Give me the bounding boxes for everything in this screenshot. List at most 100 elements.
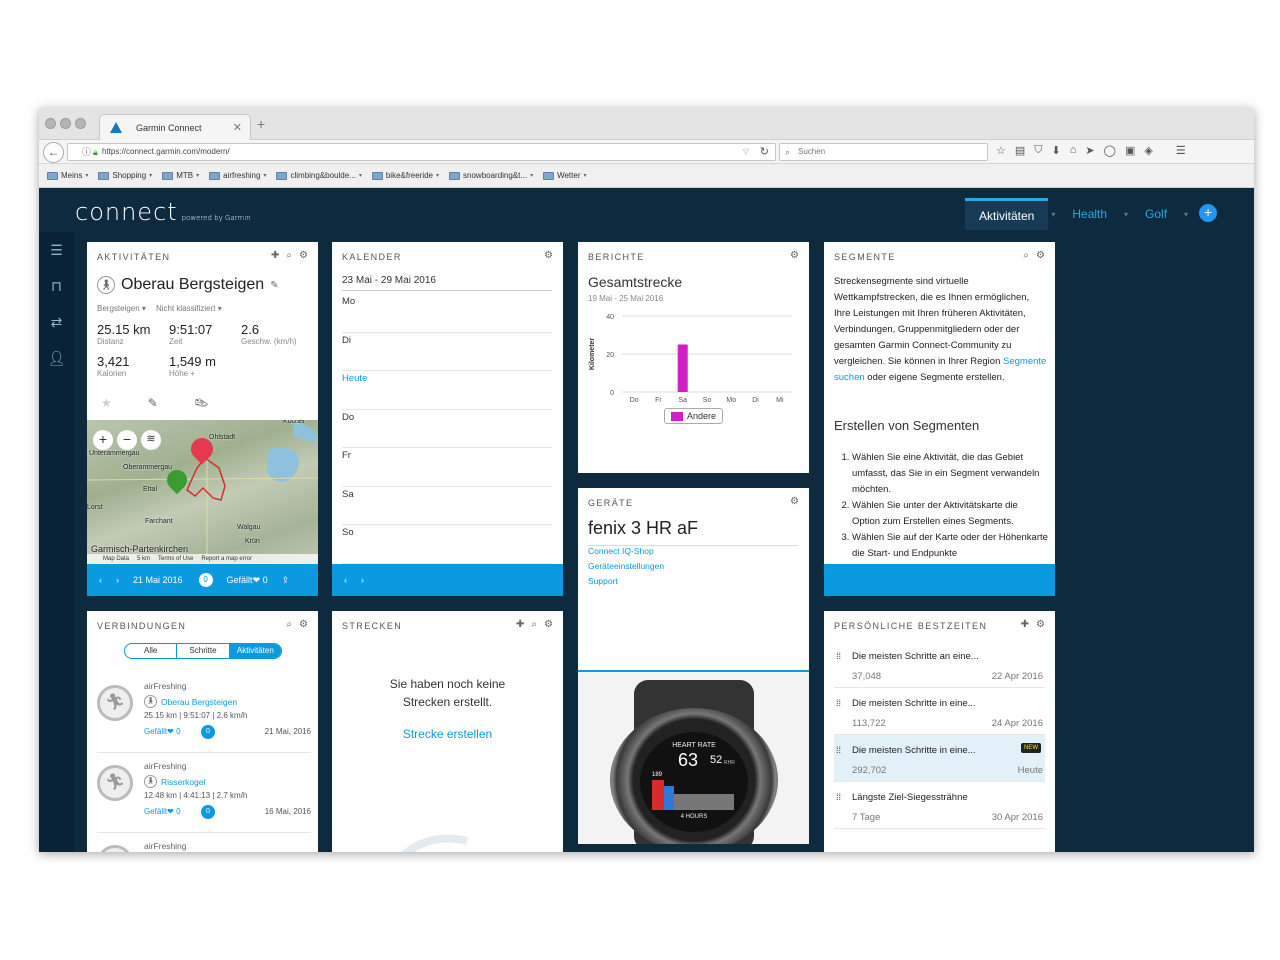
like-button[interactable]: Gefällt❤ 0: [144, 727, 181, 736]
bookmark-folder[interactable]: snowboarding&t... ▾: [449, 171, 533, 180]
activity-type-dropdown[interactable]: Bergsteigen ▾: [97, 304, 146, 313]
calendar-day[interactable]: Fr: [342, 448, 552, 487]
extension-icon[interactable]: ▣: [1125, 144, 1135, 157]
avatar[interactable]: 🏃︎: [97, 845, 133, 852]
search-icon[interactable]: ⌕: [286, 250, 292, 261]
minimize-window-button[interactable]: [60, 118, 71, 129]
home-icon[interactable]: ⌂: [1070, 144, 1077, 157]
zoom-in-button[interactable]: +: [93, 430, 113, 450]
bookmark-folder[interactable]: Shopping ▾: [98, 171, 152, 180]
activity-link[interactable]: Risserkogel: [161, 777, 205, 787]
next-icon[interactable]: ›: [361, 575, 364, 585]
comments-count[interactable]: 0: [198, 573, 213, 587]
info-icon[interactable]: ⓘ: [82, 144, 91, 160]
new-tab-button[interactable]: +: [257, 116, 265, 132]
search-input[interactable]: ⌕ Suchen: [779, 143, 988, 161]
record-item[interactable]: ⁞⁞ Die meisten Schritte in eine... 113,722…: [834, 688, 1045, 735]
share-icon[interactable]: ⇪: [282, 575, 290, 586]
map-footer-item[interactable]: Terms of Use: [158, 556, 193, 562]
shoe-icon[interactable]: 👟︎: [194, 396, 209, 410]
reload-icon[interactable]: ↻: [760, 144, 769, 160]
calendar-day[interactable]: Do: [342, 410, 552, 448]
add-icon[interactable]: ✚: [271, 250, 279, 261]
chevron-down-icon[interactable]: ▾: [1181, 198, 1191, 230]
record-item[interactable]: ⁞⁞ Längste Ziel-Siegessträhne 7 Tage 30 Apr…: [834, 782, 1045, 829]
add-icon[interactable]: ✚: [516, 619, 524, 630]
nav-tab-health[interactable]: Health: [1058, 198, 1121, 230]
device-link[interactable]: Connect IQ-Shop: [588, 546, 664, 556]
gear-icon[interactable]: ⚙: [544, 619, 553, 630]
bookmark-folder[interactable]: Meins ▾: [47, 171, 88, 180]
bookmark-folder[interactable]: MTB ▾: [162, 171, 199, 180]
calendar-day[interactable]: Sa: [342, 487, 552, 525]
zoom-out-button[interactable]: −: [117, 430, 137, 450]
search-icon[interactable]: ⌕: [1023, 250, 1029, 261]
calendar-day[interactable]: So: [342, 525, 552, 564]
back-button[interactable]: ←: [43, 142, 64, 163]
send-icon[interactable]: ➤: [1085, 144, 1094, 157]
bookmark-folder[interactable]: bike&freeride ▾: [371, 171, 439, 180]
activity-map[interactable]: + − ≋ Oberammergau Unterammergau Ohlstadt E…: [87, 420, 318, 564]
calendar-day[interactable]: Mo: [342, 294, 552, 333]
gear-icon[interactable]: ⚙: [790, 250, 799, 261]
activity-title[interactable]: Oberau Bergsteigen: [121, 276, 264, 294]
bookmark-folder[interactable]: airfreshing ▾: [209, 171, 266, 180]
reading-list-icon[interactable]: ▤: [1015, 144, 1025, 157]
chevron-down-icon[interactable]: ▾: [1121, 198, 1131, 230]
gear-icon[interactable]: ⚙: [1036, 250, 1045, 261]
device-link[interactable]: Support: [588, 576, 664, 586]
download-icon[interactable]: ⬇: [1052, 144, 1061, 157]
inbox-icon[interactable]: ⊓: [39, 268, 74, 304]
filter-tab-alle[interactable]: Alle: [125, 644, 178, 658]
url-bar[interactable]: ⓘ 🔒︎ https://connect.garmin.com/modern/ …: [67, 143, 776, 161]
bookmark-folder[interactable]: climbing&boulde... ▾: [276, 171, 362, 180]
gear-icon[interactable]: ⚙: [1036, 619, 1045, 630]
nav-tab-golf[interactable]: Golf: [1131, 198, 1181, 230]
gear-icon[interactable]: ⚙: [299, 250, 308, 261]
menu-icon[interactable]: ☰: [1176, 144, 1186, 157]
search-icon[interactable]: ⌕: [531, 619, 537, 630]
create-course-link[interactable]: Strecke erstellen: [332, 727, 563, 741]
activity-link[interactable]: Oberau Bergsteigen: [161, 697, 237, 707]
calendar-day[interactable]: Heute: [342, 371, 552, 410]
filter-tab-aktivitäten[interactable]: Aktivitäten: [229, 644, 281, 658]
gear-icon[interactable]: ⚙: [299, 619, 308, 630]
comments-count[interactable]: 0: [201, 805, 215, 819]
shield-extension-icon[interactable]: ◈: [1144, 144, 1152, 157]
url-dropdown-icon[interactable]: ▽: [743, 144, 749, 160]
next-icon[interactable]: ›: [116, 575, 119, 585]
add-icon[interactable]: +: [1199, 204, 1218, 222]
edit-icon[interactable]: ✎: [148, 396, 158, 410]
maximize-window-button[interactable]: [75, 118, 86, 129]
profile-icon[interactable]: 👤︎: [39, 340, 74, 376]
bookmark-star-icon[interactable]: ☆: [996, 144, 1006, 157]
layers-icon[interactable]: ≋: [141, 430, 161, 450]
pocket-icon[interactable]: ⛉: [1034, 144, 1042, 157]
chevron-down-icon[interactable]: ▾: [1048, 198, 1058, 230]
avatar[interactable]: 🏃︎: [97, 765, 133, 801]
connections-icon[interactable]: ⇄: [39, 304, 74, 340]
edit-pencil-icon[interactable]: ✎: [270, 280, 278, 291]
calendar-day[interactable]: Di: [342, 333, 552, 371]
connection-user[interactable]: airFreshing: [144, 761, 187, 771]
bookmark-folder[interactable]: Wetter ▾: [543, 171, 587, 180]
connection-user[interactable]: airFreshing: [144, 681, 187, 691]
nav-tab-activities[interactable]: Aktivitäten: [965, 198, 1049, 230]
previous-icon[interactable]: ‹: [99, 575, 102, 585]
browser-tab[interactable]: Garmin Connect ✕: [99, 114, 251, 140]
record-item[interactable]: ⁞⁞ Die meisten Schritte an eine... 37,048 2…: [834, 641, 1045, 688]
filter-tab-schritte[interactable]: Schritte: [177, 644, 230, 658]
like-button[interactable]: Gefällt❤ 0: [227, 575, 268, 586]
gear-icon[interactable]: ⚙: [790, 496, 799, 507]
chat-icon[interactable]: ◯: [1104, 144, 1116, 157]
add-icon[interactable]: ✚: [1021, 619, 1029, 630]
chart-legend[interactable]: Andere: [664, 408, 724, 424]
previous-icon[interactable]: ‹: [344, 575, 347, 585]
gear-icon[interactable]: ⚙: [544, 250, 553, 261]
connection-user[interactable]: airFreshing: [144, 841, 187, 851]
avatar[interactable]: 🏃︎: [97, 685, 133, 721]
close-window-button[interactable]: [45, 118, 56, 129]
search-icon[interactable]: ⌕: [286, 619, 292, 630]
star-icon[interactable]: ★: [101, 396, 112, 410]
map-footer-item[interactable]: Report a map error: [201, 556, 252, 562]
